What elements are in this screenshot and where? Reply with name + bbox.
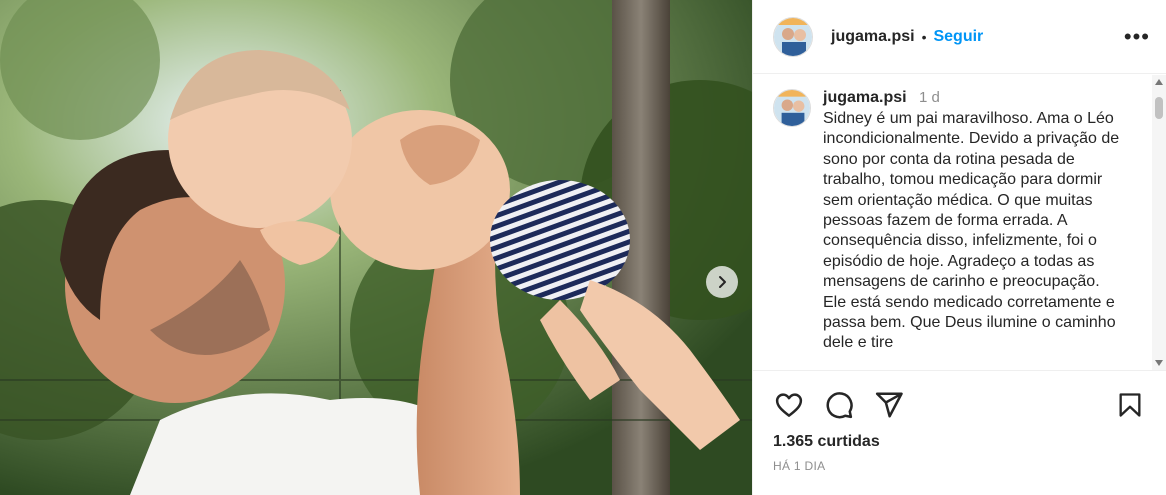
likes-count[interactable]: 1.365 curtidas <box>753 421 1166 451</box>
like-button[interactable] <box>773 389 805 421</box>
separator-dot: • <box>921 28 927 45</box>
caption-text: Sidney é um pai maravilhoso. Ama o Léo i… <box>823 110 1120 352</box>
header-username[interactable]: jugama.psi <box>831 28 915 46</box>
follow-button[interactable]: Seguir <box>933 28 983 46</box>
scroll-down-arrow-icon[interactable] <box>1155 360 1163 366</box>
caption-body: jugama.psi 1 d Sidney é um pai maravilho… <box>823 89 1123 354</box>
post-photo[interactable] <box>0 0 752 495</box>
caption-scroll-area[interactable]: jugama.psi 1 d Sidney é um pai maravilho… <box>753 75 1166 370</box>
caption: jugama.psi 1 d Sidney é um pai maravilho… <box>753 75 1166 354</box>
avatar-image <box>774 90 810 126</box>
action-bar <box>753 371 1166 421</box>
caption-username[interactable]: jugama.psi <box>823 89 907 106</box>
post-actions-area: 1.365 curtidas HÁ 1 DIA <box>753 370 1166 495</box>
photo-father-lifting-baby <box>0 0 752 495</box>
post-header: jugama.psi • Seguir ••• <box>753 0 1166 74</box>
chevron-right-icon <box>719 276 726 288</box>
instagram-post: jugama.psi • Seguir ••• jugama.psi 1 d S… <box>0 0 1166 495</box>
avatar-image <box>774 17 812 56</box>
scroll-thumb[interactable] <box>1155 97 1163 119</box>
caption-scrollbar[interactable] <box>1152 75 1166 370</box>
avatar[interactable] <box>773 16 813 57</box>
posted-timestamp[interactable]: HÁ 1 DIA <box>753 451 1166 473</box>
bookmark-icon <box>1119 393 1141 417</box>
heart-icon <box>775 393 803 417</box>
comment-icon <box>826 392 853 419</box>
next-photo-button[interactable] <box>706 266 738 298</box>
caption-time[interactable]: 1 d <box>919 89 940 106</box>
save-button[interactable] <box>1114 389 1146 421</box>
caption-avatar[interactable] <box>773 89 811 127</box>
scroll-up-arrow-icon[interactable] <box>1155 79 1163 85</box>
share-button[interactable] <box>873 389 905 421</box>
comment-button[interactable] <box>823 389 855 421</box>
more-options-icon[interactable]: ••• <box>1124 25 1150 48</box>
post-side-panel: jugama.psi • Seguir ••• jugama.psi 1 d S… <box>752 0 1166 495</box>
paper-plane-icon <box>875 392 903 418</box>
